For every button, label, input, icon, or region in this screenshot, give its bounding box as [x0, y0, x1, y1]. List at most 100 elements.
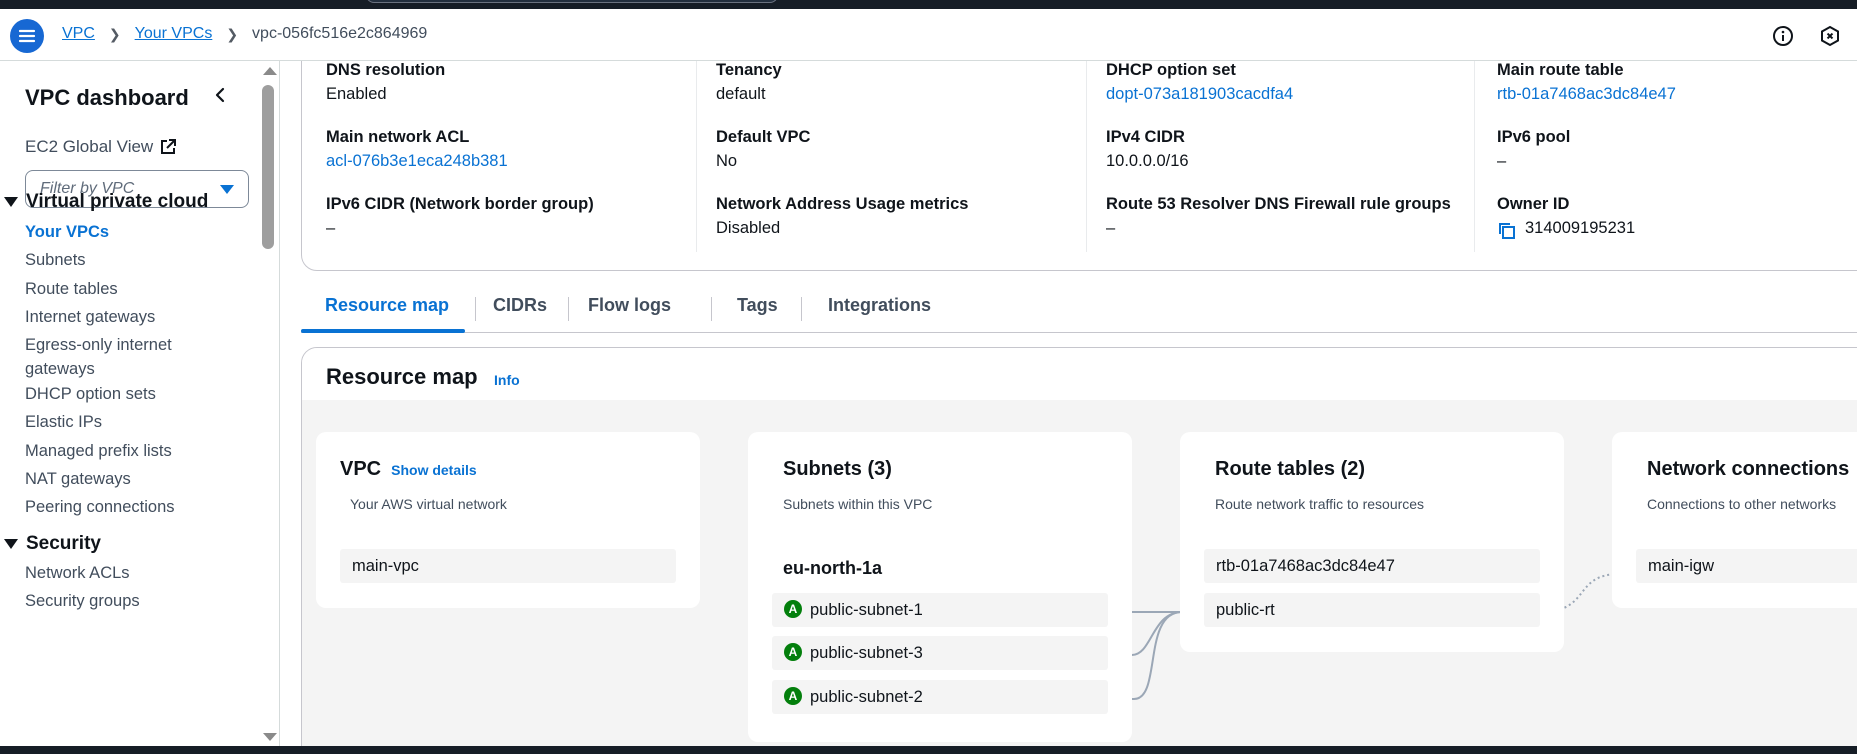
info-icon[interactable]: [1772, 25, 1794, 47]
section-security[interactable]: Security: [4, 533, 101, 555]
tenancy-value: default: [716, 85, 766, 103]
dns-resolution-label: DNS resolution: [326, 61, 446, 79]
sidebar-item-internet-gateways[interactable]: Internet gateways: [25, 305, 195, 329]
sidebar-item-managed-prefix-lists[interactable]: Managed prefix lists: [25, 439, 195, 463]
nau-metrics-value: Disabled: [716, 219, 781, 237]
route-tables-card-title: Route tables (2): [1215, 458, 1366, 480]
vpc-card-subtitle: Your AWS virtual network: [350, 496, 507, 512]
subnets-card-subtitle: Subnets within this VPC: [783, 496, 933, 512]
sidebar-item-nat-gateways[interactable]: NAT gateways: [25, 467, 195, 491]
ipv6-cidr-value: –: [326, 219, 336, 237]
sidebar-item-security-groups[interactable]: Security groups: [25, 589, 195, 613]
sidebar-item-egress-only-internet-gateways[interactable]: Egress-only internet gateways: [25, 333, 195, 381]
vpc-tabs: Resource map CIDRs Flow logs Tags Integr…: [301, 281, 1857, 333]
top-navigation: VPC ❯ Your VPCs ❯ vpc-056fc516e2c864969: [0, 9, 1857, 61]
scrollbar-thumb[interactable]: [262, 85, 274, 249]
available-status-icon: A: [784, 599, 802, 618]
details-column: Tenancy default Default VPC No Network A…: [696, 61, 969, 252]
network-connections-card-title: Network connections: [1647, 458, 1850, 480]
tab-cidrs[interactable]: CIDRs: [493, 295, 547, 316]
tab-divider: [801, 297, 802, 321]
caret-down-icon: [4, 197, 18, 207]
route-table-item-public-rt[interactable]: public-rt: [1204, 593, 1540, 627]
scroll-down-arrow-icon[interactable]: [263, 733, 277, 741]
external-link-icon: [161, 139, 177, 154]
notifications-icon[interactable]: [1819, 25, 1841, 47]
subnet-item-public-subnet-3[interactable]: Apublic-subnet-3: [772, 636, 1108, 670]
tab-resource-map[interactable]: Resource map: [325, 295, 449, 316]
network-connections-card: Network connections Connections to other…: [1612, 432, 1857, 608]
route-table-item-rtb[interactable]: rtb-01a7468ac3dc84e47: [1204, 549, 1540, 583]
tab-flow-logs[interactable]: Flow logs: [588, 295, 671, 316]
sidebar-item-your-vpcs[interactable]: Your VPCs: [25, 220, 195, 244]
chevron-right-icon: ❯: [226, 25, 239, 42]
network-connections-card-subtitle: Connections to other networks: [1647, 496, 1837, 512]
availability-zone-label: eu-north-1a: [783, 558, 882, 578]
main-network-acl-link[interactable]: acl-076b3e1eca248b381: [326, 152, 508, 171]
owner-id-label: Owner ID: [1497, 195, 1570, 213]
main-route-table-label: Main route table: [1497, 61, 1624, 79]
tab-integrations[interactable]: Integrations: [828, 295, 931, 316]
default-vpc-label: Default VPC: [716, 128, 811, 146]
network-connection-item-main-igw[interactable]: main-igw: [1636, 549, 1857, 583]
sidebar-item-network-acls[interactable]: Network ACLs: [25, 561, 195, 585]
hamburger-menu-button[interactable]: [10, 19, 44, 53]
scroll-up-arrow-icon[interactable]: [263, 67, 277, 75]
sidebar-item-subnets[interactable]: Subnets: [25, 248, 195, 272]
breadcrumb-vpc[interactable]: VPC: [62, 25, 95, 43]
sidebar-item-dhcp-option-sets[interactable]: DHCP option sets: [25, 382, 195, 406]
ipv6-pool-value: –: [1497, 152, 1507, 170]
route-tables-card: Route tables (2) Route network traffic t…: [1180, 432, 1564, 652]
tab-divider: [568, 297, 569, 321]
dhcp-option-set-label: DHCP option set: [1106, 61, 1236, 79]
details-column: Main route table rtb-01a7468ac3dc84e47 I…: [1474, 61, 1676, 252]
sidebar-title: VPC dashboard: [25, 85, 189, 110]
subnet-item-public-subnet-2[interactable]: Apublic-subnet-2: [772, 680, 1108, 714]
subnet-name: public-subnet-3: [810, 644, 923, 662]
chevron-left-icon[interactable]: [212, 87, 228, 103]
sidebar-item-peering-connections[interactable]: Peering connections: [25, 495, 195, 519]
tenancy-label: Tenancy: [716, 61, 782, 79]
main-content: DNS resolution Enabled Main network ACL …: [281, 61, 1857, 746]
subnets-card: Subnets (3) Subnets within this VPC eu-n…: [748, 432, 1132, 742]
ec2-global-view-link[interactable]: EC2 Global View: [25, 137, 177, 157]
breadcrumb-your-vpcs[interactable]: Your VPCs: [135, 25, 213, 43]
section-title: Security: [26, 533, 101, 554]
nau-metrics-label: Network Address Usage metrics: [716, 195, 969, 213]
vpc-resource-main-vpc[interactable]: main-vpc: [340, 549, 676, 583]
breadcrumb: VPC ❯ Your VPCs ❯ vpc-056fc516e2c864969: [62, 25, 427, 43]
show-details-link[interactable]: Show details: [391, 462, 477, 478]
vpc-details-panel: DNS resolution Enabled Main network ACL …: [301, 61, 1857, 271]
ipv4-cidr-label: IPv4 CIDR: [1106, 128, 1185, 146]
owner-id-value: 314009195231: [1525, 219, 1636, 237]
tab-divider: [475, 297, 476, 321]
browser-bottom-strip: [0, 746, 1857, 754]
ec2-global-view-label: EC2 Global View: [25, 137, 154, 156]
section-virtual-private-cloud[interactable]: Virtual private cloud: [4, 191, 208, 213]
subnets-card-title: Subnets (3): [783, 458, 892, 480]
route53-firewall-value: –: [1106, 219, 1116, 237]
sidebar-item-elastic-ips[interactable]: Elastic IPs: [25, 410, 195, 434]
caret-down-icon: [4, 539, 18, 549]
tab-divider: [711, 297, 712, 321]
caret-down-icon: [220, 185, 234, 194]
sidebar-item-route-tables[interactable]: Route tables: [25, 277, 195, 301]
dns-resolution-value: Enabled: [326, 85, 387, 103]
vpc-card-title: VPC Show details: [340, 458, 477, 481]
main-route-table-link[interactable]: rtb-01a7468ac3dc84e47: [1497, 85, 1676, 104]
side-navigation: VPC dashboard EC2 Global View Virtual pr…: [0, 61, 280, 746]
active-tab-indicator: [301, 329, 465, 333]
dhcp-option-set-link[interactable]: dopt-073a181903cacdfa4: [1106, 85, 1293, 104]
subnet-item-public-subnet-1[interactable]: Apublic-subnet-1: [772, 593, 1108, 627]
tab-tags[interactable]: Tags: [737, 295, 778, 316]
breadcrumb-current: vpc-056fc516e2c864969: [252, 25, 428, 42]
vpc-card: VPC Show details Your AWS virtual network…: [316, 432, 700, 608]
copy-icon[interactable]: [1497, 221, 1517, 241]
chevron-right-icon: ❯: [108, 25, 121, 42]
browser-address-bar[interactable]: [366, 0, 778, 3]
details-column: DHCP option set dopt-073a181903cacdfa4 I…: [1086, 61, 1451, 252]
main-network-acl-label: Main network ACL: [326, 128, 470, 146]
route53-firewall-label: Route 53 Resolver DNS Firewall rule grou…: [1106, 195, 1451, 213]
ipv6-cidr-label: IPv6 CIDR (Network border group): [326, 195, 594, 213]
sidebar-scrollbar[interactable]: [258, 61, 279, 746]
